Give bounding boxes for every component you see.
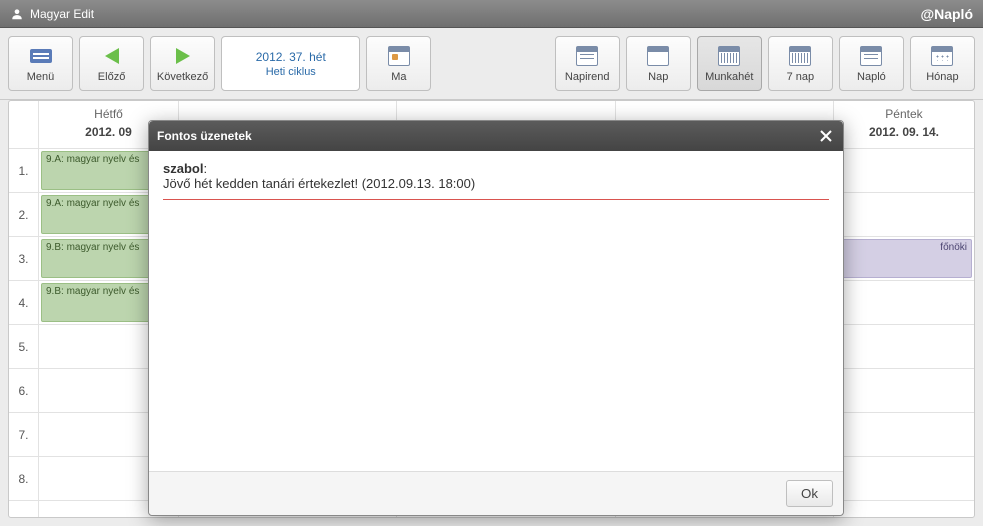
close-button[interactable] (817, 127, 835, 145)
month-button[interactable]: Hónap (910, 36, 975, 91)
hour-2: 2. (9, 193, 38, 237)
message-body: Jövő hét kedden tanári értekezlet! (2012… (163, 176, 829, 191)
calendar-day-icon (647, 46, 669, 66)
workweek-button[interactable]: Munkahét (697, 36, 762, 91)
agenda-label: Napirend (565, 71, 610, 83)
week-title: 2012. 37. hét (256, 50, 326, 64)
colon: : (203, 161, 207, 176)
journal-label: Napló (857, 71, 886, 83)
day-date: 2012. 09. 14. (834, 125, 974, 139)
day-label: Nap (648, 71, 668, 83)
today-button[interactable]: Ma (366, 36, 431, 91)
hour-6: 6. (9, 369, 38, 413)
menu-button[interactable]: Menü (8, 36, 73, 91)
day-button[interactable]: Nap (626, 36, 691, 91)
username: Magyar Edit (30, 7, 94, 21)
toolbar: Menü Előző Következő 2012. 37. hét Heti … (0, 28, 983, 100)
calendar-journal-icon (860, 46, 882, 66)
modal-footer: Ok (149, 471, 843, 515)
message-separator (163, 199, 829, 200)
modal-titlebar[interactable]: Fontos üzenetek (149, 121, 843, 151)
day-name: Péntek (834, 107, 974, 121)
hour-8: 8. (9, 457, 38, 501)
toolbar-spacer (437, 36, 548, 91)
day-name: Hétfő (39, 107, 178, 121)
messages-modal: Fontos üzenetek szabol: Jövő hét kedden … (148, 120, 844, 516)
arrow-right-icon (176, 48, 190, 64)
hour-3: 3. (9, 237, 38, 281)
modal-title: Fontos üzenetek (157, 129, 252, 143)
agenda-button[interactable]: Napirend (555, 36, 620, 91)
app-name: @Napló (920, 6, 973, 22)
today-label: Ma (391, 71, 406, 83)
calendar-7days-icon (789, 46, 811, 66)
arrow-left-icon (105, 48, 119, 64)
menu-icon (30, 49, 52, 63)
week-subtitle: Heti ciklus (266, 66, 316, 78)
modal-body: szabol: Jövő hét kedden tanári értekezle… (149, 151, 843, 471)
calendar-workweek-icon (718, 46, 740, 66)
close-icon (820, 130, 832, 142)
week-selector[interactable]: 2012. 37. hét Heti ciklus (221, 36, 360, 91)
hour-5: 5. (9, 325, 38, 369)
message-sender: szabol (163, 161, 203, 176)
topbar: Magyar Edit @Napló (0, 0, 983, 28)
lesson[interactable]: főnöki (836, 239, 972, 278)
user-icon (10, 7, 24, 21)
sevendays-button[interactable]: 7 nap (768, 36, 833, 91)
calendar-today-icon (388, 46, 410, 66)
next-button[interactable]: Következő (150, 36, 215, 91)
hour-4: 4. (9, 281, 38, 325)
journal-button[interactable]: Napló (839, 36, 904, 91)
prev-label: Előző (98, 71, 126, 83)
hour-1: 1. (9, 149, 38, 193)
ok-button[interactable]: Ok (786, 480, 833, 507)
month-label: Hónap (926, 71, 958, 83)
prev-button[interactable]: Előző (79, 36, 144, 91)
calendar-month-icon (931, 46, 953, 66)
day-friday: Péntek 2012. 09. 14. főnöki (834, 101, 974, 517)
hour-7: 7. (9, 413, 38, 457)
calendar-agenda-icon (576, 46, 598, 66)
next-label: Következő (157, 71, 208, 83)
menu-label: Menü (27, 71, 55, 83)
hour-column: 1. 2. 3. 4. 5. 6. 7. 8. (9, 101, 39, 517)
sevendays-label: 7 nap (787, 71, 815, 83)
workweek-label: Munkahét (705, 71, 753, 83)
